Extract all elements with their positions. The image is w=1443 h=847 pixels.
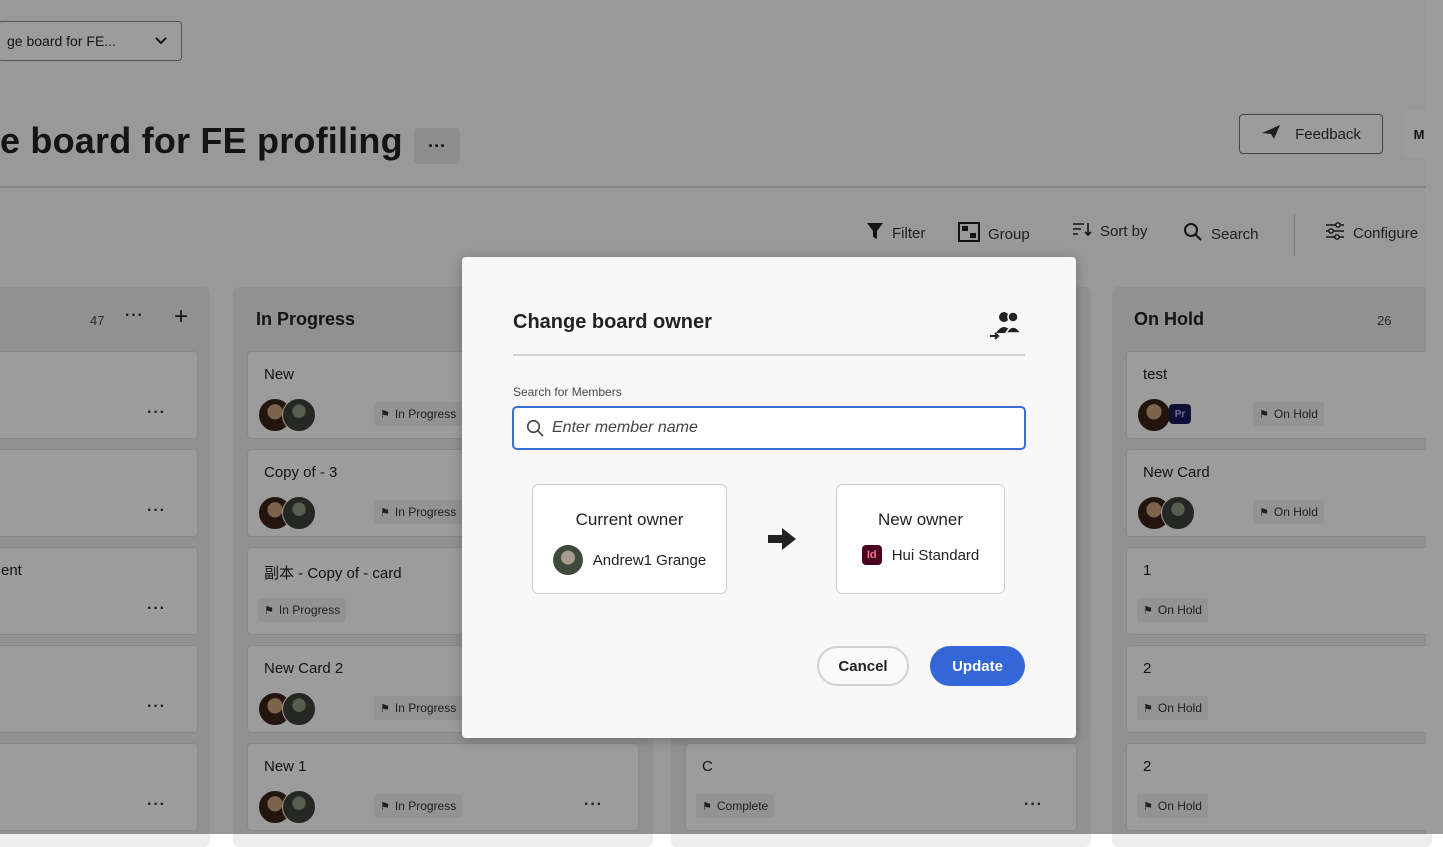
new-owner-card: New owner Id Hui Standard [836, 484, 1005, 594]
new-owner-row: Id Hui Standard [837, 545, 1004, 565]
change-board-owner-dialog: Change board owner Search for Members Cu… [462, 257, 1076, 738]
arrow-right-icon [764, 525, 800, 553]
current-owner-name: Andrew1 Grange [592, 551, 707, 569]
dialog-title: Change board owner [513, 311, 712, 333]
current-owner-row: Andrew1 Grange [533, 545, 726, 575]
cancel-button[interactable]: Cancel [817, 646, 909, 686]
new-owner-label: New owner [877, 510, 964, 529]
people-swap-icon [988, 309, 1024, 341]
search-members-label: Search for Members [513, 385, 622, 399]
indesign-badge: Id [861, 545, 882, 565]
member-search-field[interactable] [512, 406, 1026, 450]
avatar [552, 545, 583, 575]
member-search-input[interactable] [550, 418, 994, 438]
dialog-divider [513, 354, 1025, 356]
new-owner-name: Hui Standard [891, 546, 980, 564]
update-button[interactable]: Update [930, 646, 1025, 686]
current-owner-card: Current owner Andrew1 Grange [532, 484, 727, 594]
current-owner-label: Current owner [575, 510, 684, 529]
search-icon [526, 419, 544, 437]
